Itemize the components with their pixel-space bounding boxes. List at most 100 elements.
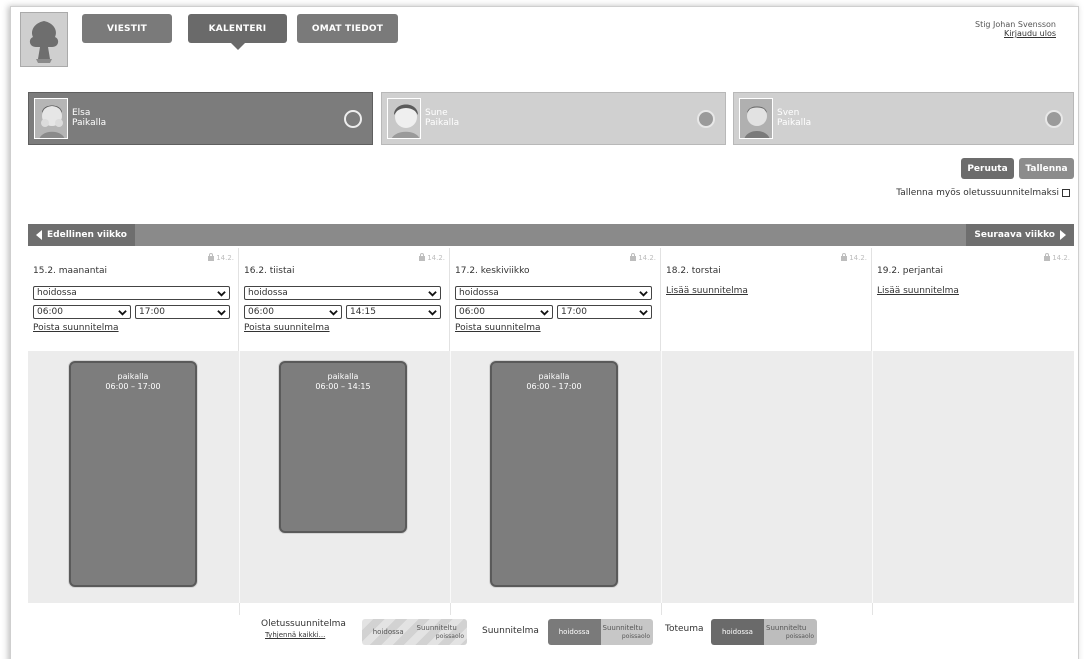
start-time-select[interactable]: 06:00 xyxy=(33,305,131,319)
block-time: 06:00 – 14:15 xyxy=(315,382,371,391)
lock-indicator: 14.2. xyxy=(841,252,867,262)
chevron-down-icon xyxy=(428,291,437,297)
user-name: Stig Johan Svensson xyxy=(974,20,1056,29)
lock-icon xyxy=(1044,252,1051,261)
plan-legend: hoidossa Suunniteltu poissaolo xyxy=(548,619,653,645)
next-week-label: Seuraava viikko xyxy=(974,230,1055,240)
child-name: Sune xyxy=(425,108,448,118)
next-week-button[interactable]: Seuraava viikko xyxy=(966,224,1074,246)
logout-link[interactable]: Kirjaudu ulos xyxy=(1004,29,1056,38)
day-title: 15.2. maanantai xyxy=(33,266,108,276)
status-select[interactable]: hoidossa xyxy=(455,286,652,300)
block-label: paikalla xyxy=(538,372,570,381)
lock-indicator: 14.2. xyxy=(419,252,445,262)
start-time-select[interactable]: 06:00 xyxy=(455,305,553,319)
week-navigation-bar: Edellinen viikko Seuraava viikko xyxy=(28,224,1074,246)
lock-icon xyxy=(630,252,637,261)
schedule-area: paikalla 06:00 – 17:00 paikalla 06:00 – … xyxy=(28,351,1074,603)
active-nav-indicator xyxy=(230,43,245,50)
nav-calendar-button[interactable]: KALENTERI xyxy=(188,14,287,50)
plan-legend-title: Suunnitelma xyxy=(482,626,539,636)
end-time-select[interactable]: 17:00 xyxy=(135,305,230,319)
child-card-sune[interactable]: Sune Paikalla xyxy=(381,92,726,145)
default-plan-title: Oletussuunnitelma xyxy=(261,619,346,629)
arrow-right-icon xyxy=(1060,230,1066,240)
child-card-sven[interactable]: Sven Paikalla xyxy=(733,92,1074,145)
day-title: 18.2. torstai xyxy=(666,266,721,276)
status-select[interactable]: hoidossa xyxy=(244,286,441,300)
nav-messages-button[interactable]: VIESTIT xyxy=(82,14,172,43)
save-as-default-label: Tallenna myös oletussuunnitelmaksi xyxy=(896,188,1059,198)
arrow-left-icon xyxy=(36,230,42,240)
child-name: Elsa xyxy=(72,108,91,118)
remove-plan-link[interactable]: Poista suunnitelma xyxy=(244,323,330,333)
add-plan-link[interactable]: Lisää suunnitelma xyxy=(666,286,748,296)
add-plan-link[interactable]: Lisää suunnitelma xyxy=(877,286,959,296)
child-select-radio[interactable] xyxy=(697,110,715,128)
day-title: 17.2. keskiviikko xyxy=(455,266,530,276)
block-label: paikalla xyxy=(117,372,149,381)
day-title: 16.2. tiistai xyxy=(244,266,295,276)
lock-icon xyxy=(419,252,426,261)
day-column-monday: 14.2. 15.2. maanantai hoidossa 06:00 17:… xyxy=(28,248,239,352)
lock-icon xyxy=(841,252,848,261)
day-column-wednesday: 14.2. 17.2. keskiviikko hoidossa 06:00 1… xyxy=(450,248,661,352)
child-avatar xyxy=(739,98,773,139)
chevron-down-icon xyxy=(118,310,127,316)
column-divider xyxy=(661,351,662,603)
child-avatar xyxy=(34,98,68,139)
default-plan-legend: hoidossa Suunniteltu poissaolo xyxy=(362,619,467,645)
attendance-block-tuesday[interactable]: paikalla 06:00 – 14:15 xyxy=(279,361,407,533)
lock-indicator: 14.2. xyxy=(208,252,234,262)
block-label: paikalla xyxy=(327,372,359,381)
remove-plan-link[interactable]: Poista suunnitelma xyxy=(455,323,541,333)
nav-own-info-button[interactable]: OMAT TIEDOT xyxy=(297,14,398,43)
clear-all-link[interactable]: Tyhjennä kaikki... xyxy=(265,631,325,639)
child-name: Sven xyxy=(777,108,800,118)
tree-logo-icon xyxy=(29,20,59,63)
end-time-select[interactable]: 14:15 xyxy=(346,305,441,319)
legend-planned-absence: Suunniteltu poissaolo xyxy=(600,619,653,645)
attendance-block-wednesday[interactable]: paikalla 06:00 – 17:00 xyxy=(490,361,618,587)
day-column-tuesday: 14.2. 16.2. tiistai hoidossa 06:00 14:15… xyxy=(239,248,450,352)
block-time: 06:00 – 17:00 xyxy=(105,382,161,391)
child-card-elsa[interactable]: Elsa Paikalla xyxy=(28,92,373,145)
chevron-down-icon xyxy=(540,310,549,316)
child-select-radio[interactable] xyxy=(1045,110,1063,128)
legend-in-care: hoidossa xyxy=(372,628,404,636)
chevron-down-icon xyxy=(428,310,437,316)
app-logo xyxy=(20,12,68,67)
save-as-default-option: Tallenna myös oletussuunnitelmaksi xyxy=(896,188,1070,198)
attendance-block-monday[interactable]: paikalla 06:00 – 17:00 xyxy=(69,361,197,587)
legend-planned-absence: Suunniteltu poissaolo xyxy=(416,624,465,640)
actual-legend: hoidossa Suunniteltu poissaolo xyxy=(711,619,817,645)
previous-week-label: Edellinen viikko xyxy=(47,230,127,240)
chevron-down-icon xyxy=(217,310,226,316)
end-time-select[interactable]: 17:00 xyxy=(557,305,652,319)
save-button[interactable]: Tallenna xyxy=(1019,158,1074,179)
lock-icon xyxy=(208,252,215,261)
child-status: Paikalla xyxy=(425,118,460,128)
chevron-down-icon xyxy=(639,310,648,316)
cancel-button[interactable]: Peruuta xyxy=(961,158,1014,179)
column-divider xyxy=(239,351,240,603)
start-time-select[interactable]: 06:00 xyxy=(244,305,342,319)
legend-in-care: hoidossa xyxy=(548,619,601,645)
legend-planned-absence: Suunniteltu poissaolo xyxy=(764,619,817,645)
legend-in-care: hoidossa xyxy=(711,619,764,645)
block-time: 06:00 – 17:00 xyxy=(526,382,582,391)
day-title: 19.2. perjantai xyxy=(877,266,943,276)
previous-week-button[interactable]: Edellinen viikko xyxy=(28,224,135,246)
child-status: Paikalla xyxy=(777,118,812,128)
day-column-thursday: 14.2. 18.2. torstai Lisää suunnitelma xyxy=(661,248,872,352)
column-divider xyxy=(872,351,873,603)
child-status: Paikalla xyxy=(72,118,107,128)
lock-indicator: 14.2. xyxy=(630,252,656,262)
status-select[interactable]: hoidossa xyxy=(33,286,230,300)
child-select-radio[interactable] xyxy=(344,110,362,128)
chevron-down-icon xyxy=(639,291,648,297)
column-divider xyxy=(450,351,451,603)
save-as-default-checkbox[interactable] xyxy=(1062,189,1070,197)
lock-indicator: 14.2. xyxy=(1044,252,1070,262)
remove-plan-link[interactable]: Poista suunnitelma xyxy=(33,323,119,333)
